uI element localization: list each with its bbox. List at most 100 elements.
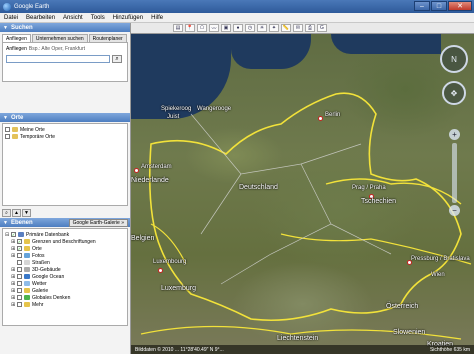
border-overlay	[140, 92, 472, 340]
layer-strassen[interactable]: Straßen	[5, 259, 125, 266]
status-eye-altitude: Sichthöhe 635 km	[429, 346, 470, 353]
expand-icon[interactable]: ⊞	[11, 246, 16, 252]
maximize-button[interactable]: □	[431, 1, 447, 11]
expand-icon[interactable]: ⊞	[11, 302, 16, 308]
menu-bearbeiten[interactable]: Bearbeiten	[22, 15, 59, 21]
hide-sidebar-icon[interactable]: ▤	[173, 24, 183, 32]
search-label: Anfliegen	[6, 46, 27, 52]
expand-icon[interactable]: ⊞	[11, 281, 16, 287]
menu-hilfe[interactable]: Hilfe	[147, 15, 167, 21]
path-icon[interactable]: 〰	[209, 24, 219, 32]
polygon-icon[interactable]: ⬠	[197, 24, 207, 32]
layer-primaere-datenbank[interactable]: ⊟ ✓ Primäre Datenbank	[5, 231, 125, 238]
zoom-slider[interactable]	[452, 143, 457, 203]
layers-header[interactable]: ▼ Ebenen Google Earth-Galerie »	[0, 218, 130, 227]
checkbox[interactable]	[5, 134, 10, 139]
folder-icon	[12, 134, 18, 139]
ocean-icon	[24, 274, 30, 279]
google-maps-icon[interactable]: G	[317, 24, 327, 32]
sky-icon[interactable]: ✦	[269, 24, 279, 32]
layer-3d-gebaeude[interactable]: ⊞ 3D-Gebäude	[5, 266, 125, 273]
layer-label: Orte	[32, 245, 42, 252]
checkbox[interactable]: ✓	[17, 246, 22, 251]
places-header[interactable]: ▼ Orte	[0, 113, 130, 122]
expand-icon[interactable]: ⊞	[11, 239, 16, 245]
layer-mehr[interactable]: ⊞ Mehr	[5, 301, 125, 308]
folder-icon	[12, 127, 18, 132]
search-hint: Bsp.: Alte Oper, Frankfurt	[28, 46, 85, 52]
google-earth-icon	[3, 2, 11, 11]
tab-routenplaner[interactable]: Routenplaner	[88, 34, 127, 42]
print-icon[interactable]: ⎙	[305, 24, 315, 32]
layer-label: Grenzen und Beschriftungen	[32, 238, 96, 245]
expand-icon[interactable]: ⊞	[11, 288, 16, 294]
checkbox[interactable]	[17, 288, 22, 293]
expand-icon[interactable]: ⊞	[11, 295, 16, 301]
layers-tree: ⊟ ✓ Primäre Datenbank ⊞ ✓ Grenzen und Be…	[2, 228, 128, 326]
expand-icon[interactable]: ⊟	[5, 232, 10, 238]
placemark-icon[interactable]: 📍	[185, 24, 195, 32]
search-icon[interactable]: ⌕	[2, 208, 11, 217]
globe-icon	[24, 295, 30, 300]
layer-google-ocean[interactable]: ⊞ Google Ocean	[5, 273, 125, 280]
earth-map-view[interactable]: ▤ 📍 ⬠ 〰 ▣ ● ◷ ☀ ✦ 📏 ✉ ⎙ G Berlin Amsterd…	[131, 23, 474, 354]
city-marker[interactable]	[134, 168, 139, 173]
layer-label: Fotos	[32, 252, 45, 259]
collapse-triangle-icon: ▼	[3, 24, 8, 31]
search-header[interactable]: ▼ Suchen	[0, 23, 130, 32]
menu-tools[interactable]: Tools	[87, 15, 109, 21]
tab-anfliegen[interactable]: Anfliegen	[2, 34, 31, 42]
checkbox[interactable]	[17, 274, 22, 279]
country-label-niederlande: Niederlande	[131, 177, 169, 184]
email-icon[interactable]: ✉	[293, 24, 303, 32]
tree-item-temporaere-orte[interactable]: Temporäre Orte	[5, 133, 125, 140]
image-overlay-icon[interactable]: ▣	[221, 24, 231, 32]
city-marker[interactable]	[318, 116, 323, 121]
sun-icon[interactable]: ☀	[257, 24, 267, 32]
zoom-out-button[interactable]: −	[449, 205, 460, 216]
checkbox[interactable]: ✓	[11, 232, 16, 237]
layer-wetter[interactable]: ⊞ Wetter	[5, 280, 125, 287]
expand-icon[interactable]: ⊞	[11, 253, 16, 259]
tab-unternehmen-suchen[interactable]: Unternehmen suchen	[31, 34, 88, 42]
search-input[interactable]	[6, 55, 110, 63]
checkbox[interactable]	[17, 295, 22, 300]
zoom-in-button[interactable]: +	[449, 129, 460, 140]
country-label-liechtenstein: Liechtenstein	[277, 335, 319, 342]
menu-datei[interactable]: Datei	[0, 15, 22, 21]
layer-label: Google Ocean	[32, 273, 65, 280]
checkbox[interactable]	[17, 260, 22, 265]
historical-imagery-icon[interactable]: ◷	[245, 24, 255, 32]
menu-ansicht[interactable]: Ansicht	[59, 15, 87, 21]
expand-icon[interactable]: ⊞	[11, 274, 16, 280]
layer-grenzen[interactable]: ⊞ ✓ Grenzen und Beschriftungen	[5, 238, 125, 245]
menu-hinzufuegen[interactable]: Hinzufügen	[109, 15, 147, 21]
gallery-button[interactable]: Google Earth-Galerie »	[68, 218, 128, 227]
ruler-icon[interactable]: 📏	[281, 24, 291, 32]
database-icon	[18, 232, 24, 237]
checkbox[interactable]: ✓	[17, 239, 22, 244]
checkbox[interactable]	[17, 302, 22, 307]
country-border	[150, 223, 187, 265]
up-arrow-icon[interactable]: ▲	[12, 208, 21, 217]
layer-globales-denken[interactable]: ⊞ Globales Denken	[5, 294, 125, 301]
layer-galerie[interactable]: ⊞ Galerie	[5, 287, 125, 294]
checkbox[interactable]	[17, 281, 22, 286]
search-icon[interactable]: ⌕	[112, 55, 122, 63]
country-label-tschechien: Tschechien	[361, 198, 397, 205]
minimize-button[interactable]: ‒	[414, 1, 430, 11]
layer-label: Wetter	[32, 280, 47, 287]
checkbox[interactable]	[17, 253, 22, 258]
checkbox[interactable]	[17, 267, 22, 272]
pan-control[interactable]: ✥	[442, 81, 466, 105]
layer-fotos[interactable]: ⊞ Fotos	[5, 252, 125, 259]
close-button[interactable]: ✕	[448, 1, 472, 11]
tree-item-meine-orte[interactable]: Meine Orte	[5, 126, 125, 133]
expand-icon[interactable]: ⊞	[11, 267, 16, 273]
down-arrow-icon[interactable]: ▼	[22, 208, 31, 217]
city-marker[interactable]	[158, 268, 163, 273]
layer-orte[interactable]: ⊞ ✓ Orte	[5, 245, 125, 252]
look-around-control[interactable]: N	[440, 45, 468, 73]
checkbox[interactable]	[5, 127, 10, 132]
tour-icon[interactable]: ●	[233, 24, 243, 32]
